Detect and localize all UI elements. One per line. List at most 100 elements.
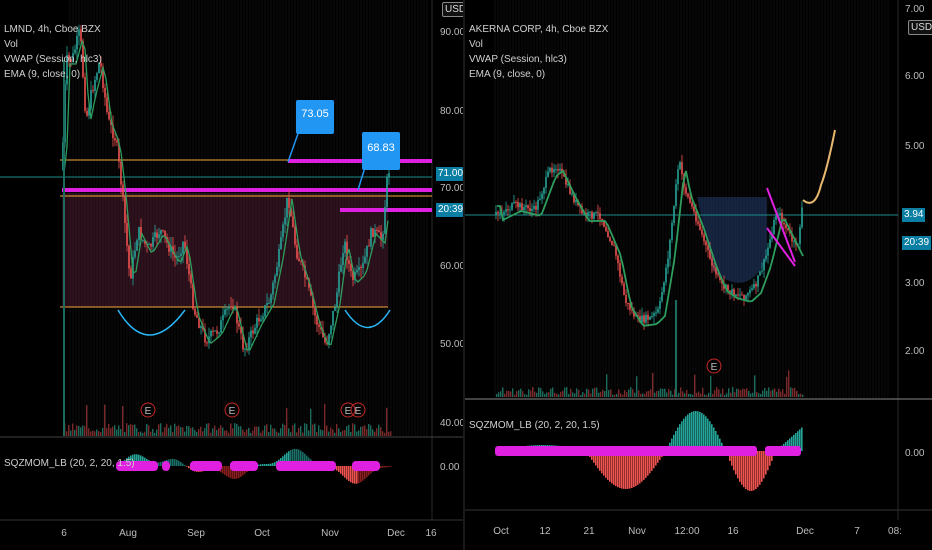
- volume-bar: [794, 387, 796, 397]
- volume-bar: [502, 387, 504, 397]
- left-callout-high[interactable]: 73.05: [296, 100, 334, 134]
- candle: [681, 162, 683, 175]
- volume-bar: [570, 388, 572, 397]
- right-currency-label[interactable]: USD: [908, 20, 932, 35]
- volume-bar: [356, 431, 358, 436]
- momentum-bar: [619, 451, 621, 488]
- volume-bar: [156, 429, 158, 436]
- candle: [505, 209, 507, 212]
- volume-bar: [118, 425, 120, 436]
- volume-bar: [770, 390, 772, 397]
- candle: [292, 216, 294, 228]
- volume-bar: [170, 425, 172, 436]
- candle: [521, 203, 523, 211]
- candle: [697, 221, 699, 224]
- volume-bar: [210, 432, 212, 436]
- left-legend-volume[interactable]: Vol: [4, 37, 102, 52]
- volume-bar: [66, 431, 68, 436]
- volume-bar: [686, 389, 688, 397]
- candle: [755, 283, 757, 287]
- volume-bar: [526, 394, 528, 397]
- right-indicator-label[interactable]: SQZMOM_LB (20, 2, 20, 1.5): [469, 420, 600, 431]
- volume-bar: [510, 391, 512, 397]
- volume-bar: [584, 393, 586, 397]
- candle: [761, 270, 763, 272]
- volume-bar: [200, 426, 202, 436]
- volume-bar: [342, 430, 344, 436]
- left-currency-label[interactable]: USD: [442, 2, 463, 17]
- right-legend-symbol[interactable]: AKERNA CORP, 4h, Cboe BZX: [469, 22, 608, 37]
- volume-bar: [506, 390, 508, 397]
- candle: [495, 211, 497, 215]
- right-legend-ema[interactable]: EMA (9, close, 0): [469, 67, 608, 82]
- volume-bar: [534, 391, 536, 397]
- volume-bar: [226, 430, 228, 436]
- candle: [507, 209, 509, 211]
- right-legend-volume[interactable]: Vol: [469, 37, 608, 52]
- squeeze-dots: [162, 461, 170, 471]
- volume-bar: [698, 391, 700, 397]
- volume-bar: [370, 425, 372, 436]
- candle: [713, 265, 715, 268]
- candle: [318, 324, 320, 328]
- volume-bar: [312, 424, 314, 436]
- momentum-bar: [705, 416, 707, 451]
- volume-bar: [598, 392, 600, 397]
- right-chart-canvas[interactable]: 7.006.005.004.003.002.00Oct1221Nov12:001…: [465, 0, 932, 550]
- momentum-bar: [757, 451, 759, 488]
- volume-bar: [736, 388, 738, 397]
- volume-bar: [496, 394, 498, 397]
- momentum-bar: [228, 466, 230, 478]
- volume-bar: [608, 390, 610, 397]
- volume-bar: [214, 425, 216, 436]
- volume-bar: [160, 423, 162, 436]
- candle: [775, 215, 777, 221]
- volume-bar: [788, 370, 790, 397]
- candle: [104, 87, 106, 98]
- left-chart-pane[interactable]: 90.00 80.00 70.00 60.00 50.00 40.00 6 Aug Sep Oct…: [0, 0, 463, 550]
- candle: [262, 316, 264, 320]
- candle: [747, 293, 749, 296]
- volume-bar: [574, 393, 576, 397]
- left-callout-recent[interactable]: 68.83: [362, 132, 400, 170]
- candle: [244, 348, 246, 350]
- volume-bar: [250, 432, 252, 436]
- volume-bar: [670, 390, 672, 397]
- candle: [330, 325, 332, 335]
- right-chart-pane[interactable]: 7.006.005.004.003.002.00Oct1221Nov12:001…: [465, 0, 932, 550]
- momentum-bar: [749, 451, 751, 491]
- left-price-tick: 80.00: [440, 106, 463, 117]
- volume-bar: [498, 392, 500, 397]
- candle: [376, 229, 378, 231]
- momentum-bar: [386, 466, 388, 468]
- volume-bar: [82, 425, 84, 436]
- volume-bar: [302, 432, 304, 436]
- volume-bar: [216, 430, 218, 436]
- right-legend-vwap[interactable]: VWAP (Session, hlc3): [469, 52, 608, 67]
- volume-bar: [675, 300, 677, 397]
- volume-bar: [164, 427, 166, 436]
- squeeze-dots: [765, 446, 801, 456]
- left-legend-vwap[interactable]: VWAP (Session, hlc3): [4, 52, 102, 67]
- candle: [258, 317, 260, 322]
- volume-bar: [168, 427, 170, 436]
- momentum-bar: [701, 412, 703, 451]
- volume-bar: [612, 394, 614, 397]
- candle: [126, 223, 128, 246]
- candle: [619, 263, 621, 277]
- left-time-tick: Dec: [387, 528, 405, 539]
- volume-bar: [590, 393, 592, 397]
- candle: [288, 197, 290, 208]
- candle: [106, 97, 108, 112]
- candle: [705, 241, 707, 246]
- volume-bar: [248, 427, 250, 436]
- left-indicator-label[interactable]: SQZMOM_LB (20, 2, 20, 1.5): [4, 458, 135, 469]
- earnings-marker-label: E: [711, 362, 718, 373]
- volume-bar: [778, 388, 780, 397]
- left-legend-symbol[interactable]: LMND, 4h, Cboe BZX: [4, 22, 102, 37]
- momentum-bar: [801, 427, 803, 451]
- momentum-bar: [226, 466, 228, 477]
- left-legend-ema[interactable]: EMA (9, close, 0): [4, 67, 102, 82]
- left-legend: LMND, 4h, Cboe BZX Vol VWAP (Session, hl…: [4, 22, 102, 82]
- volume-bar: [718, 389, 720, 397]
